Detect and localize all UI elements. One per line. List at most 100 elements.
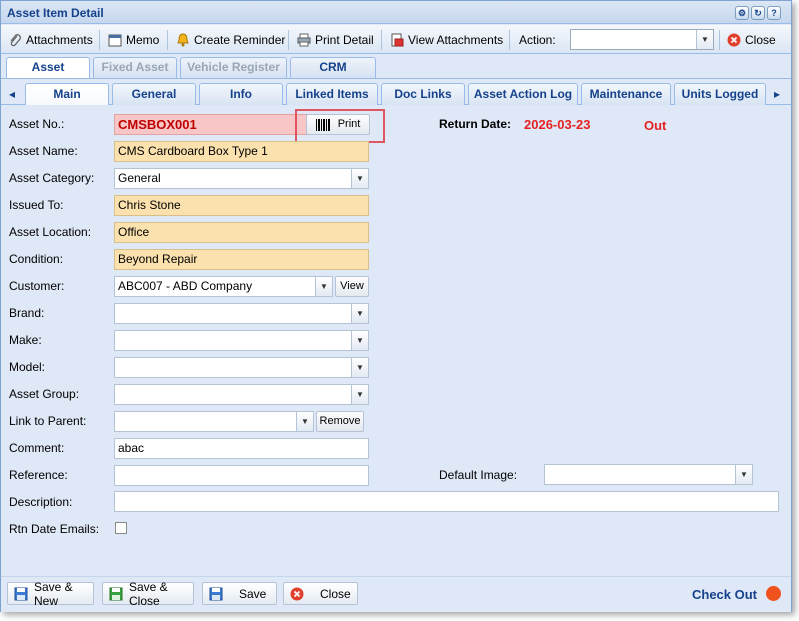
return-date-value: 2026-03-23 bbox=[524, 117, 591, 132]
print-detail-button[interactable]: Print Detail bbox=[297, 32, 374, 48]
save-close-icon bbox=[109, 587, 123, 600]
link-to-parent-label: Link to Parent: bbox=[9, 414, 87, 428]
make-select[interactable]: ▼ bbox=[114, 330, 369, 351]
memo-button[interactable]: Memo bbox=[108, 32, 159, 48]
rtn-date-emails-checkbox[interactable] bbox=[115, 522, 127, 534]
reference-field[interactable] bbox=[114, 465, 369, 486]
help-icon[interactable]: ? bbox=[767, 6, 781, 20]
toolbar-separator bbox=[509, 30, 510, 50]
chevron-down-icon[interactable]: ▼ bbox=[696, 30, 713, 49]
attachment-document-icon bbox=[391, 33, 404, 47]
chevron-down-icon[interactable]: ▼ bbox=[351, 169, 368, 188]
toolbar-separator bbox=[167, 30, 168, 50]
link-to-parent-select[interactable]: ▼ bbox=[114, 411, 314, 432]
asset-category-label: Asset Category: bbox=[9, 171, 95, 185]
tab-linked-items[interactable]: Linked Items bbox=[286, 83, 378, 105]
asset-location-field[interactable]: Office bbox=[114, 222, 369, 243]
gear-icon[interactable]: ⚙ bbox=[735, 6, 749, 20]
action-select[interactable]: ▼ bbox=[570, 29, 714, 50]
condition-field[interactable]: Beyond Repair bbox=[114, 249, 369, 270]
comment-field[interactable]: abac bbox=[114, 438, 369, 459]
status-dot-icon bbox=[766, 586, 781, 601]
default-image-select[interactable]: ▼ bbox=[544, 464, 753, 485]
description-field[interactable] bbox=[114, 491, 779, 512]
highlight-box bbox=[295, 109, 385, 143]
reference-label: Reference: bbox=[9, 468, 68, 482]
printer-icon bbox=[297, 33, 311, 47]
create-reminder-button[interactable]: Create Reminder bbox=[176, 32, 285, 48]
refresh-icon[interactable]: ↻ bbox=[751, 6, 765, 20]
status-badge: Out bbox=[644, 118, 667, 133]
action-label-text: Action: bbox=[519, 33, 556, 47]
chevron-down-icon[interactable]: ▼ bbox=[351, 385, 368, 404]
chevron-down-icon[interactable]: ▼ bbox=[351, 358, 368, 377]
save-close-label: Save & Close bbox=[129, 579, 168, 608]
save-icon bbox=[209, 587, 223, 600]
tab-info[interactable]: Info bbox=[199, 83, 283, 105]
remove-parent-button[interactable]: Remove bbox=[316, 411, 364, 432]
save-label: Save bbox=[239, 586, 267, 601]
chevron-down-icon[interactable]: ▼ bbox=[315, 277, 332, 296]
tab-fixed-asset[interactable]: Fixed Asset bbox=[93, 57, 177, 78]
customer-value: ABC007 - ABD Company bbox=[118, 279, 253, 293]
print-detail-label: Print Detail bbox=[315, 33, 374, 47]
attachments-button[interactable]: Attachments bbox=[8, 32, 93, 48]
issued-to-label: Issued To: bbox=[9, 198, 64, 212]
customer-label: Customer: bbox=[9, 279, 65, 293]
asset-category-select[interactable]: General ▼ bbox=[114, 168, 369, 189]
tab-vehicle-register[interactable]: Vehicle Register bbox=[180, 57, 287, 78]
memo-label: Memo bbox=[126, 33, 160, 47]
scroll-right-icon[interactable]: ▸ bbox=[769, 83, 785, 105]
inner-tab-strip: ◂ Main General Info Linked Items Doc Lin… bbox=[1, 78, 791, 105]
return-date-label: Return Date: bbox=[439, 117, 512, 131]
brand-label: Brand: bbox=[9, 306, 45, 320]
toolbar-separator bbox=[99, 30, 100, 50]
tab-units-logged[interactable]: Units Logged bbox=[674, 83, 766, 105]
save-button[interactable]: Save bbox=[202, 582, 277, 605]
default-image-label: Default Image: bbox=[439, 468, 518, 482]
toolbar-separator bbox=[719, 30, 720, 50]
issued-to-field[interactable]: Chris Stone bbox=[114, 195, 369, 216]
scroll-left-icon[interactable]: ◂ bbox=[4, 83, 20, 105]
window-title: Asset Item Detail bbox=[7, 6, 104, 20]
check-out-label[interactable]: Check Out bbox=[692, 587, 757, 602]
bell-icon bbox=[177, 33, 189, 47]
comment-label: Comment: bbox=[9, 441, 65, 455]
tab-general[interactable]: General bbox=[112, 83, 196, 105]
action-label: Action: bbox=[519, 32, 556, 48]
customer-view-button[interactable]: View bbox=[335, 276, 369, 297]
model-select[interactable]: ▼ bbox=[114, 357, 369, 378]
chevron-down-icon[interactable]: ▼ bbox=[735, 465, 752, 484]
tab-crm[interactable]: CRM bbox=[290, 57, 376, 78]
close-button[interactable]: Close bbox=[283, 582, 358, 605]
asset-location-label: Asset Location: bbox=[9, 225, 92, 239]
create-reminder-label: Create Reminder bbox=[194, 33, 286, 47]
customer-select[interactable]: ABC007 - ABD Company ▼ bbox=[114, 276, 333, 297]
chevron-down-icon[interactable]: ▼ bbox=[351, 331, 368, 350]
close-toolbar-label: Close bbox=[745, 33, 776, 47]
tab-asset[interactable]: Asset bbox=[6, 57, 90, 79]
toolbar-separator bbox=[288, 30, 289, 50]
chevron-down-icon[interactable]: ▼ bbox=[296, 412, 313, 431]
save-icon bbox=[14, 587, 28, 600]
tab-maintenance[interactable]: Maintenance bbox=[581, 83, 671, 105]
chevron-down-icon[interactable]: ▼ bbox=[351, 304, 368, 323]
close-toolbar-button[interactable]: Close bbox=[727, 32, 776, 48]
tab-doc-links[interactable]: Doc Links bbox=[381, 83, 465, 105]
close-icon bbox=[290, 587, 304, 600]
description-label: Description: bbox=[9, 495, 73, 509]
outer-tab-strip: Asset Fixed Asset Vehicle Register CRM bbox=[1, 55, 791, 79]
toolbar: Attachments Memo Create Reminder Print D… bbox=[1, 25, 791, 54]
save-new-button[interactable]: Save & New bbox=[7, 579, 94, 608]
attachments-label: Attachments bbox=[26, 33, 93, 47]
tab-main[interactable]: Main bbox=[25, 83, 109, 105]
tab-asset-action-log[interactable]: Asset Action Log bbox=[468, 83, 578, 105]
asset-item-detail-window: Asset Item Detail ⚙ ↻ ? Attachments Memo… bbox=[0, 0, 792, 612]
save-close-button[interactable]: Save & Close bbox=[102, 579, 194, 608]
brand-select[interactable]: ▼ bbox=[114, 303, 369, 324]
asset-group-select[interactable]: ▼ bbox=[114, 384, 369, 405]
asset-name-field[interactable]: CMS Cardboard Box Type 1 bbox=[114, 141, 369, 162]
view-attachments-button[interactable]: View Attachments bbox=[390, 32, 503, 48]
footer-bar: Save & New Save & Close Save Close Check… bbox=[1, 576, 791, 612]
save-new-label: Save & New bbox=[34, 579, 73, 608]
